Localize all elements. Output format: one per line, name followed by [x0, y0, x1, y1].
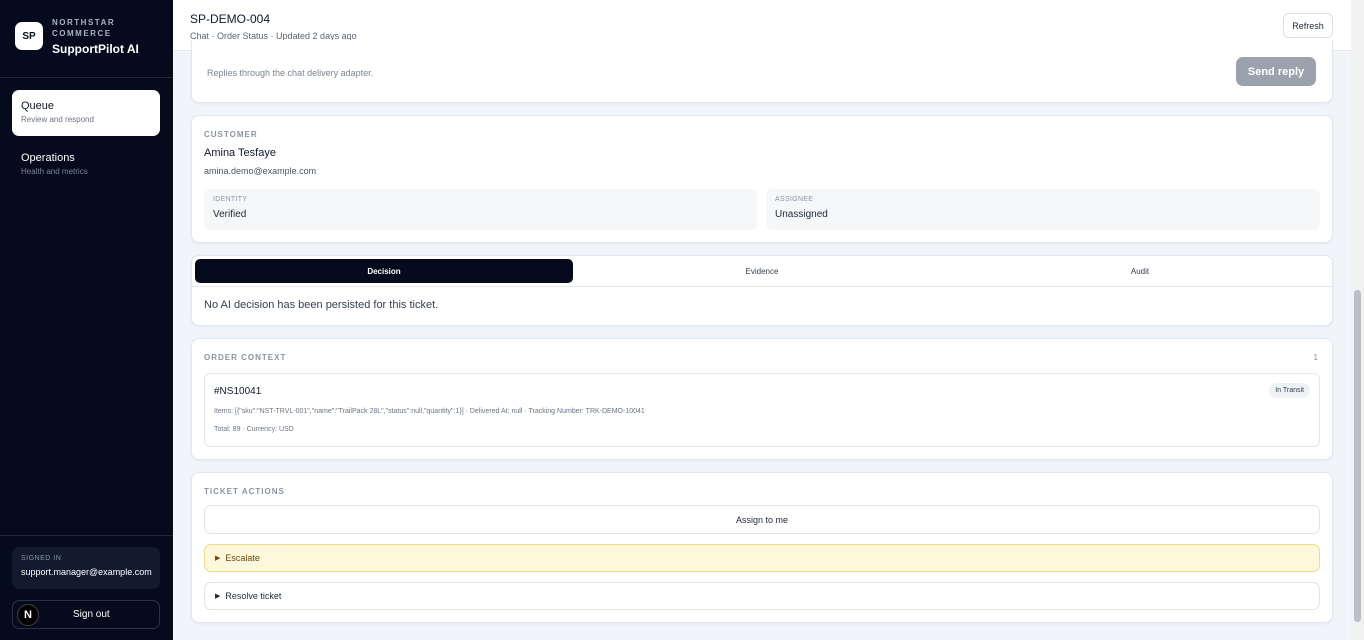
- assign-to-me-button[interactable]: Assign to me: [204, 505, 1320, 534]
- app-name: SupportPilot AI: [52, 42, 139, 56]
- nav-label: Queue: [21, 100, 55, 112]
- divider: [0, 535, 173, 536]
- nav-sublabel: Health and metrics: [21, 167, 88, 176]
- order-context-card: ORDER CONTEXT 1 #NS10041 In Transit Item…: [191, 338, 1333, 460]
- decision-empty-text: No AI decision has been persisted for th…: [204, 299, 439, 311]
- signed-in-card: SIGNED IN support.manager@example.com: [12, 547, 160, 589]
- brand-logo: SP: [15, 22, 43, 50]
- sign-out-button[interactable]: N Sign out: [12, 600, 160, 629]
- signed-in-email: support.manager@example.com: [21, 567, 152, 577]
- section-label: TICKET ACTIONS: [204, 487, 285, 496]
- order-item: #NS10041 In Transit Items: [{"sku":"NST-…: [204, 373, 1320, 447]
- refresh-button[interactable]: Refresh: [1283, 13, 1333, 38]
- status-badge: In Transit: [1269, 383, 1310, 398]
- caret-right-icon: ▶: [215, 555, 221, 562]
- org-name: NORTHSTAR COMMERCE: [52, 18, 116, 38]
- sidebar: SP NORTHSTAR COMMERCE SupportPilot AI Qu…: [0, 0, 173, 640]
- escalate-label: Escalate: [225, 553, 260, 563]
- order-items-line: Items: [{"sku":"NST-TRVL-001","name":"Tr…: [214, 408, 645, 415]
- identity-label: IDENTITY: [213, 196, 248, 203]
- caret-right-icon: ▶: [215, 593, 221, 600]
- order-total-line: Total: 89 · Currency: USD: [214, 426, 294, 433]
- page-title: SP-DEMO-004: [190, 12, 271, 26]
- order-count: 1: [1313, 353, 1318, 362]
- tab-evidence[interactable]: Evidence: [573, 259, 951, 283]
- customer-card: CUSTOMER Amina Tesfaye amina.demo@exampl…: [191, 115, 1333, 243]
- signed-in-label: SIGNED IN: [21, 555, 62, 562]
- section-label: ORDER CONTEXT: [204, 353, 287, 362]
- order-id: #NS10041: [214, 386, 262, 397]
- ticket-actions-card: TICKET ACTIONS Assign to me ▶ Escalate ▶…: [191, 472, 1333, 623]
- identity-box: IDENTITY Verified: [204, 189, 757, 230]
- assignee-value: Unassigned: [775, 209, 828, 220]
- nav-item-queue[interactable]: Queue Review and respond: [12, 90, 160, 136]
- assignee-box: ASSIGNEE Unassigned: [766, 189, 1320, 230]
- nav-label: Operations: [21, 152, 75, 164]
- avatar: N: [17, 603, 39, 626]
- reply-hint: Replies through the chat delivery adapte…: [207, 68, 374, 78]
- brand: SP NORTHSTAR COMMERCE SupportPilot AI: [15, 17, 139, 56]
- nav-item-operations[interactable]: Operations Health and metrics: [12, 142, 160, 188]
- section-label: CUSTOMER: [204, 130, 258, 139]
- decision-card: Decision Evidence Audit No AI decision h…: [191, 255, 1333, 326]
- customer-email: amina.demo@example.com: [204, 166, 317, 176]
- customer-name: Amina Tesfaye: [204, 147, 276, 159]
- nav-sublabel: Review and respond: [21, 115, 94, 124]
- sign-out-label: Sign out: [73, 609, 110, 620]
- resolve-label: Resolve ticket: [225, 591, 282, 601]
- escalate-disclosure[interactable]: ▶ Escalate: [204, 544, 1320, 572]
- tab-bar: Decision Evidence Audit: [195, 259, 1329, 283]
- reply-composer: Replies through the chat delivery adapte…: [191, 40, 1333, 103]
- assignee-label: ASSIGNEE: [775, 196, 814, 203]
- send-reply-button[interactable]: Send reply: [1236, 57, 1316, 86]
- tab-decision[interactable]: Decision: [195, 259, 573, 283]
- resolve-ticket-disclosure[interactable]: ▶ Resolve ticket: [204, 582, 1320, 610]
- identity-value: Verified: [213, 209, 247, 220]
- tab-audit[interactable]: Audit: [951, 259, 1329, 283]
- divider: [0, 77, 173, 78]
- scrollbar-thumb[interactable]: [1354, 290, 1361, 622]
- divider: [192, 286, 1332, 287]
- scrollbar[interactable]: [1351, 0, 1364, 640]
